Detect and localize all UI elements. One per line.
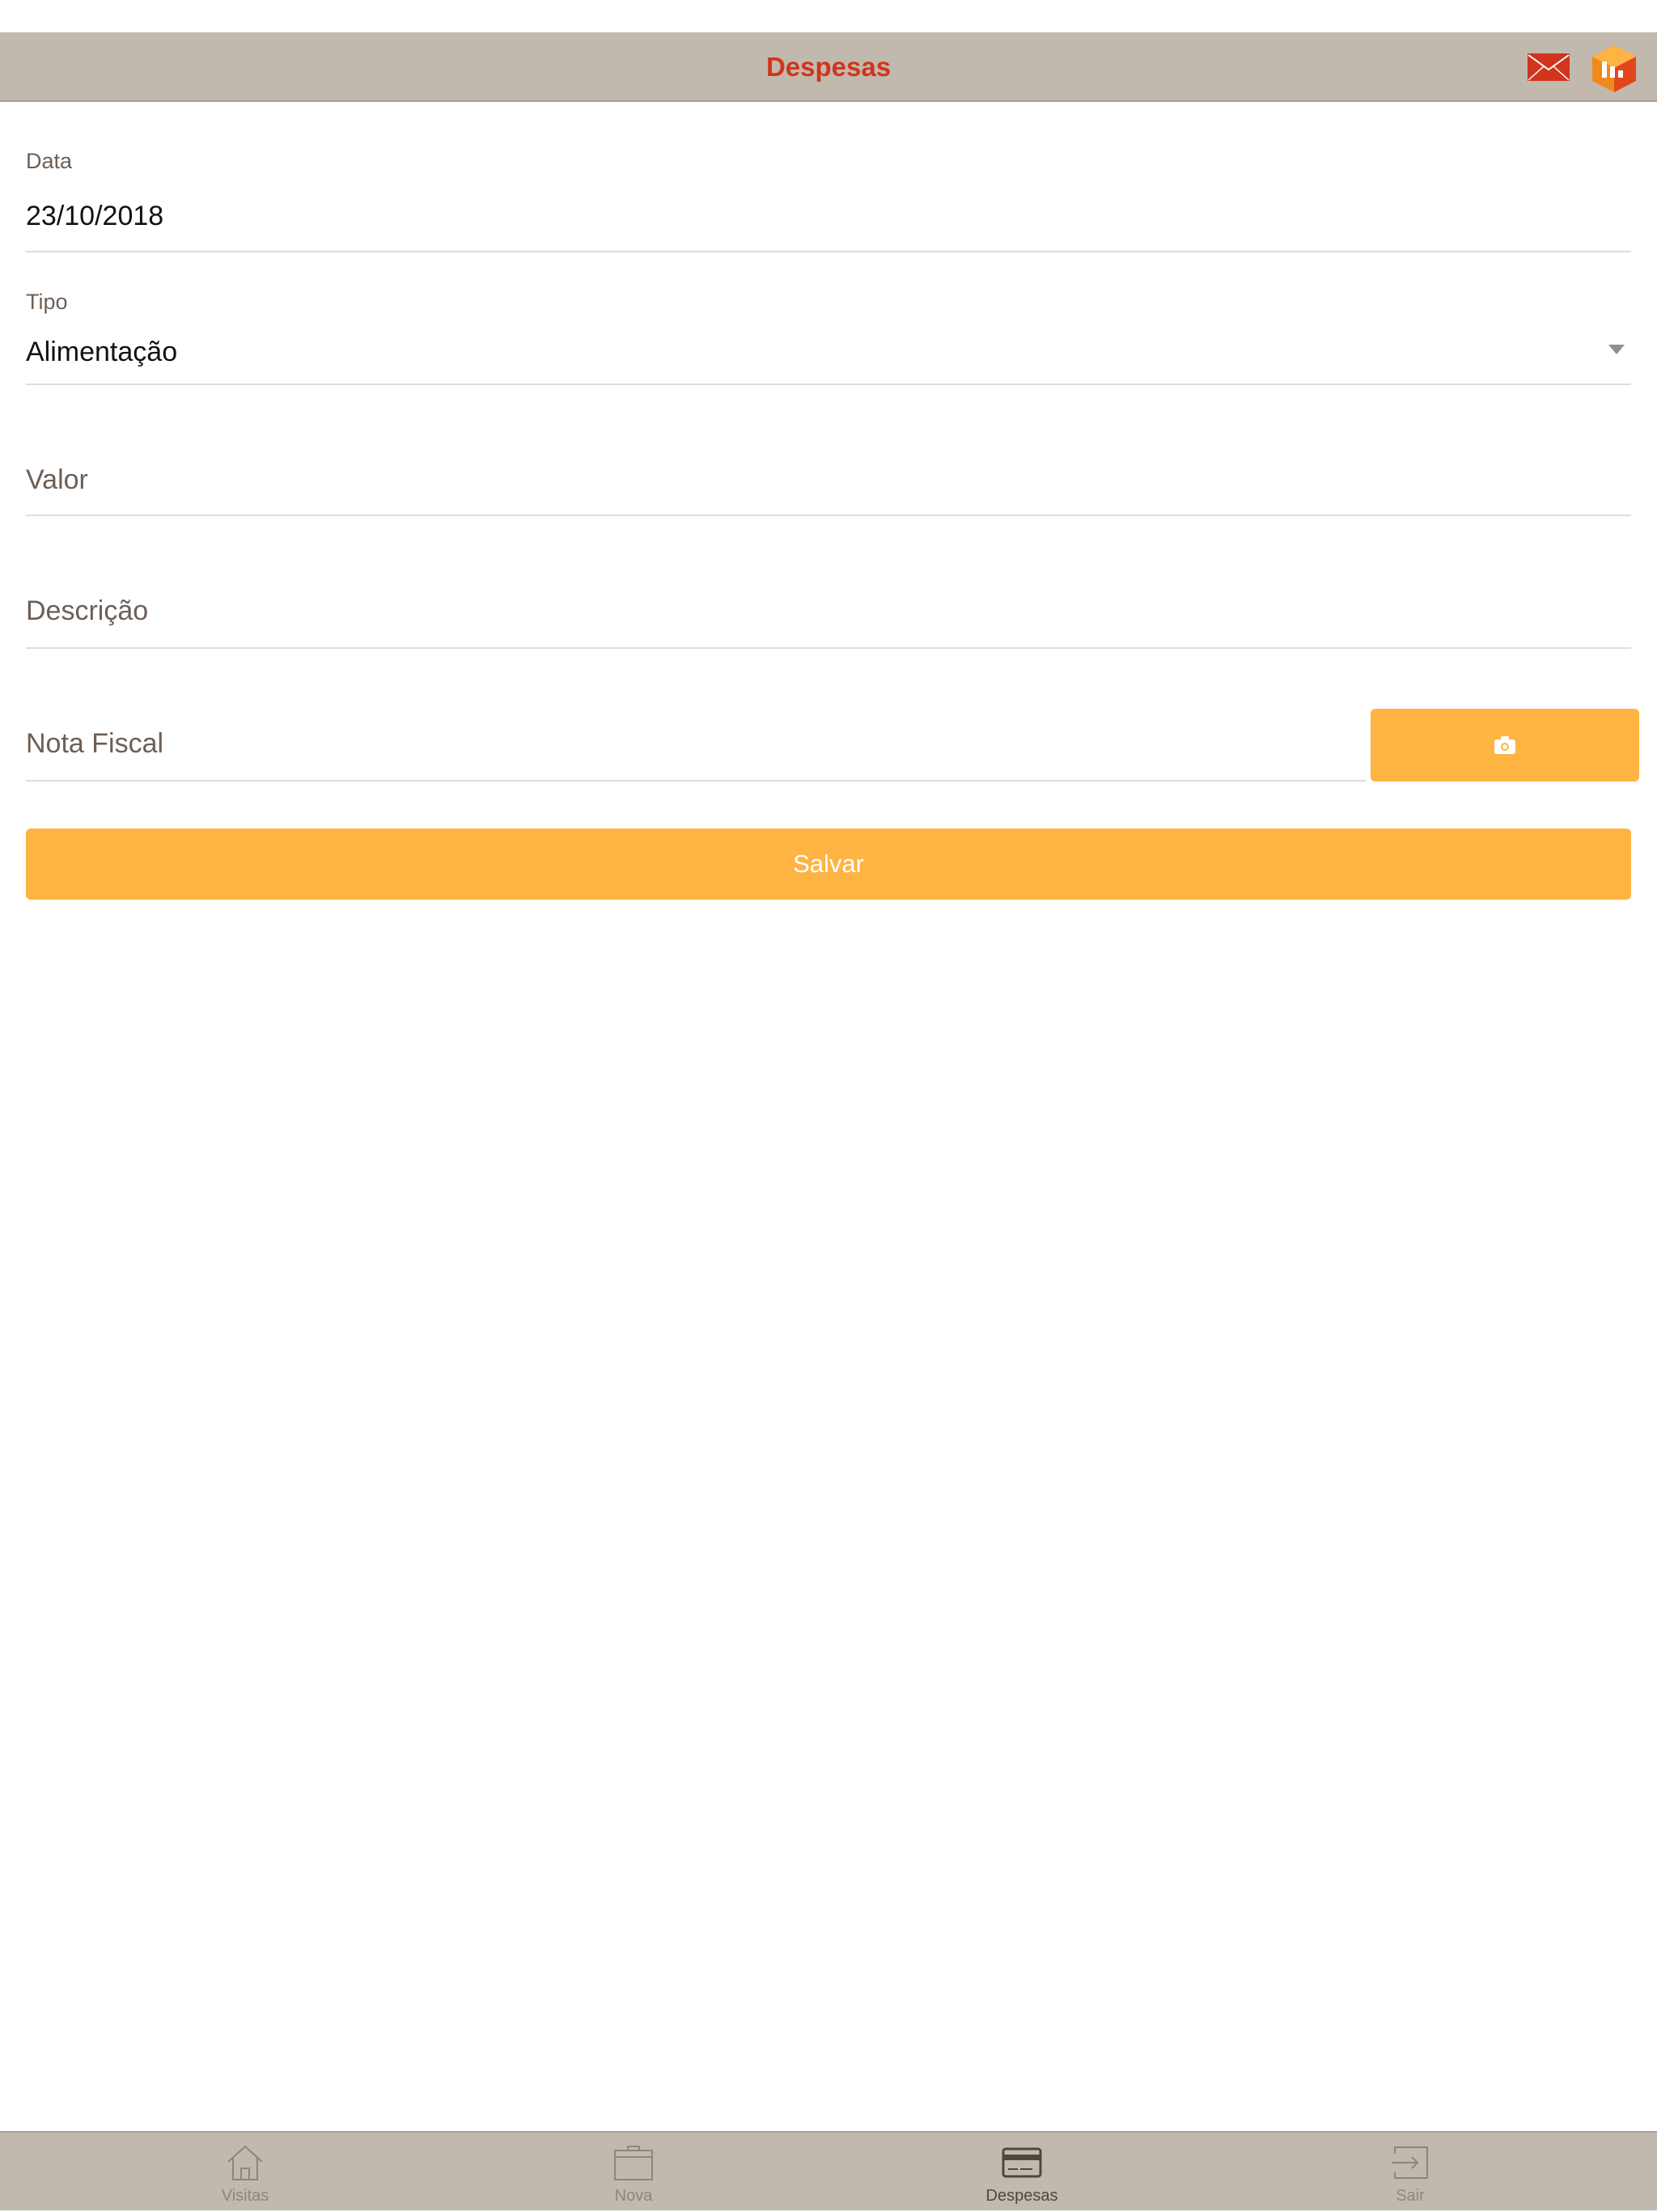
type-value[interactable]: Alimentação <box>26 337 177 368</box>
type-label: Tipo <box>26 290 68 314</box>
mail-icon[interactable] <box>1528 53 1570 81</box>
tab-label: Despesas <box>985 2187 1058 2205</box>
description-placeholder[interactable]: Descrição <box>26 595 148 627</box>
home-icon <box>227 2145 263 2180</box>
briefcase-icon <box>614 2146 653 2180</box>
type-select[interactable]: Tipo Alimentação <box>26 283 1631 385</box>
invoice-placeholder[interactable]: Nota Fiscal <box>26 728 163 760</box>
navigation-bar: Despesas <box>0 32 1657 102</box>
credit-card-icon <box>1002 2147 1042 2178</box>
status-bar <box>0 0 1657 32</box>
tab-sair[interactable]: Sair <box>1289 2133 1532 2212</box>
tab-despesas[interactable]: Despesas <box>901 2133 1143 2212</box>
app-logo-icon[interactable] <box>1591 44 1638 94</box>
camera-icon <box>1494 736 1515 754</box>
camera-button[interactable] <box>1371 709 1639 782</box>
tab-visitas[interactable]: Visitas <box>124 2133 367 2212</box>
tab-label: Sair <box>1396 2187 1425 2205</box>
tab-bar: Visitas Nova Despesas Sair <box>0 2131 1657 2210</box>
logout-icon <box>1392 2146 1428 2179</box>
page-title: Despesas <box>765 52 892 82</box>
tab-nova[interactable]: Nova <box>512 2133 755 2212</box>
date-value[interactable]: 23/10/2018 <box>26 201 163 232</box>
save-button[interactable]: Salvar <box>26 828 1631 900</box>
value-input[interactable]: Valor <box>26 429 1631 516</box>
date-field[interactable]: Data 23/10/2018 <box>26 142 1631 252</box>
invoice-input[interactable]: Nota Fiscal <box>26 694 1366 782</box>
chevron-down-icon[interactable] <box>1608 345 1625 354</box>
description-input[interactable]: Descrição <box>26 561 1631 649</box>
tab-label: Nova <box>614 2187 653 2205</box>
date-label: Data <box>26 149 73 173</box>
value-placeholder[interactable]: Valor <box>26 464 88 496</box>
tab-label: Visitas <box>221 2187 269 2205</box>
